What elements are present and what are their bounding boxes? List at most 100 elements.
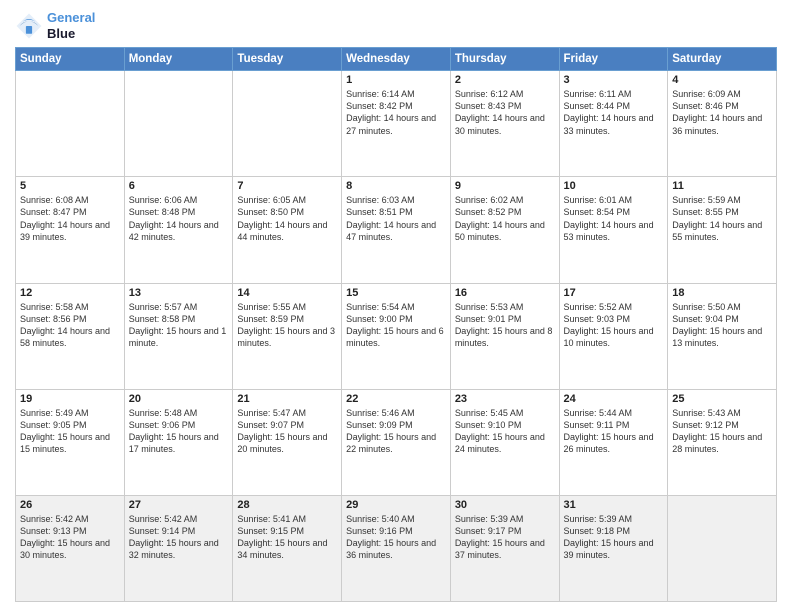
calendar-cell: 11 Sunrise: 5:59 AM Sunset: 8:55 PM Dayli… xyxy=(668,177,777,283)
header: General Blue xyxy=(15,10,777,41)
calendar-cell: 4 Sunrise: 6:09 AM Sunset: 8:46 PM Daylig… xyxy=(668,71,777,177)
day-info: Sunrise: 6:14 AM Sunset: 8:42 PM Dayligh… xyxy=(346,88,446,137)
calendar-cell: 30 Sunrise: 5:39 AM Sunset: 9:17 PM Dayli… xyxy=(450,495,559,601)
day-number: 6 xyxy=(129,180,229,192)
day-number: 25 xyxy=(672,393,772,405)
day-info: Sunrise: 5:39 AM Sunset: 9:17 PM Dayligh… xyxy=(455,513,555,562)
day-number: 2 xyxy=(455,74,555,86)
calendar-cell: 18Sunrise: 5:50 AM Sunset: 9:04 PM Dayli… xyxy=(668,283,777,389)
calendar-cell: 9 Sunrise: 6:02 AM Sunset: 8:52 PM Daylig… xyxy=(450,177,559,283)
day-info: Sunrise: 5:52 AM Sunset: 9:03 PM Dayligh… xyxy=(564,301,664,350)
calendar-cell: 6 Sunrise: 6:06 AM Sunset: 8:48 PM Daylig… xyxy=(124,177,233,283)
logo: General Blue xyxy=(15,10,95,41)
calendar-cell: 3 Sunrise: 6:11 AM Sunset: 8:44 PM Daylig… xyxy=(559,71,668,177)
day-number: 26 xyxy=(20,499,120,511)
day-info: Sunrise: 5:45 AM Sunset: 9:10 PM Dayligh… xyxy=(455,407,555,456)
day-number: 24 xyxy=(564,393,664,405)
calendar-cell xyxy=(233,71,342,177)
day-number: 5 xyxy=(20,180,120,192)
calendar-cell: 21 Sunrise: 5:47 AM Sunset: 9:07 PM Dayli… xyxy=(233,389,342,495)
calendar-cell: 19 Sunrise: 5:49 AM Sunset: 9:05 PM Dayli… xyxy=(16,389,125,495)
calendar-cell: 8Sunrise: 6:03 AM Sunset: 8:51 PM Daylig… xyxy=(342,177,451,283)
day-info: Sunrise: 5:42 AM Sunset: 9:13 PM Dayligh… xyxy=(20,513,120,562)
calendar-cell: 20 Sunrise: 5:48 AM Sunset: 9:06 PM Dayli… xyxy=(124,389,233,495)
week-row-5: 26 Sunrise: 5:42 AM Sunset: 9:13 PM Dayli… xyxy=(16,495,777,601)
day-number: 11 xyxy=(672,180,772,192)
calendar-cell: 10 Sunrise: 6:01 AM Sunset: 8:54 PM Dayli… xyxy=(559,177,668,283)
day-number: 12 xyxy=(20,287,120,299)
day-info: Sunrise: 6:09 AM Sunset: 8:46 PM Dayligh… xyxy=(672,88,772,137)
day-number: 4 xyxy=(672,74,772,86)
calendar-cell: 27 Sunrise: 5:42 AM Sunset: 9:14 PM Dayli… xyxy=(124,495,233,601)
day-number: 9 xyxy=(455,180,555,192)
day-info: Sunrise: 5:40 AM Sunset: 9:16 PM Dayligh… xyxy=(346,513,446,562)
calendar-cell: 26 Sunrise: 5:42 AM Sunset: 9:13 PM Dayli… xyxy=(16,495,125,601)
header-cell-tuesday: Tuesday xyxy=(233,48,342,71)
header-cell-wednesday: Wednesday xyxy=(342,48,451,71)
day-info: Sunrise: 5:53 AM Sunset: 9:01 PM Dayligh… xyxy=(455,301,555,350)
calendar-cell: 1 Sunrise: 6:14 AM Sunset: 8:42 PM Daylig… xyxy=(342,71,451,177)
day-info: Sunrise: 5:41 AM Sunset: 9:15 PM Dayligh… xyxy=(237,513,337,562)
day-number: 14 xyxy=(237,287,337,299)
day-info: Sunrise: 6:01 AM Sunset: 8:54 PM Dayligh… xyxy=(564,194,664,243)
day-info: Sunrise: 5:54 AM Sunset: 9:00 PM Dayligh… xyxy=(346,301,446,350)
week-row-3: 12Sunrise: 5:58 AM Sunset: 8:56 PM Dayli… xyxy=(16,283,777,389)
calendar-table: SundayMondayTuesdayWednesdayThursdayFrid… xyxy=(15,47,777,602)
calendar-cell xyxy=(16,71,125,177)
day-number: 10 xyxy=(564,180,664,192)
header-cell-friday: Friday xyxy=(559,48,668,71)
calendar-cell: 28 Sunrise: 5:41 AM Sunset: 9:15 PM Dayli… xyxy=(233,495,342,601)
day-number: 15 xyxy=(346,287,446,299)
day-info: Sunrise: 6:06 AM Sunset: 8:48 PM Dayligh… xyxy=(129,194,229,243)
day-info: Sunrise: 5:49 AM Sunset: 9:05 PM Dayligh… xyxy=(20,407,120,456)
calendar-cell: 14 Sunrise: 5:55 AM Sunset: 8:59 PM Dayli… xyxy=(233,283,342,389)
calendar-cell: 25 Sunrise: 5:43 AM Sunset: 9:12 PM Dayli… xyxy=(668,389,777,495)
day-number: 30 xyxy=(455,499,555,511)
calendar-cell: 12Sunrise: 5:58 AM Sunset: 8:56 PM Dayli… xyxy=(16,283,125,389)
logo-icon xyxy=(15,12,43,40)
day-number: 3 xyxy=(564,74,664,86)
day-number: 1 xyxy=(346,74,446,86)
calendar-cell: 7Sunrise: 6:05 AM Sunset: 8:50 PM Daylig… xyxy=(233,177,342,283)
header-cell-thursday: Thursday xyxy=(450,48,559,71)
day-number: 21 xyxy=(237,393,337,405)
calendar-cell: 13 Sunrise: 5:57 AM Sunset: 8:58 PM Dayli… xyxy=(124,283,233,389)
calendar-cell xyxy=(668,495,777,601)
day-number: 20 xyxy=(129,393,229,405)
day-info: Sunrise: 5:57 AM Sunset: 8:58 PM Dayligh… xyxy=(129,301,229,350)
day-info: Sunrise: 5:50 AM Sunset: 9:04 PM Dayligh… xyxy=(672,301,772,350)
day-info: Sunrise: 5:42 AM Sunset: 9:14 PM Dayligh… xyxy=(129,513,229,562)
day-info: Sunrise: 6:12 AM Sunset: 8:43 PM Dayligh… xyxy=(455,88,555,137)
day-number: 19 xyxy=(20,393,120,405)
calendar-body: 1 Sunrise: 6:14 AM Sunset: 8:42 PM Daylig… xyxy=(16,71,777,602)
calendar-cell: 23 Sunrise: 5:45 AM Sunset: 9:10 PM Dayli… xyxy=(450,389,559,495)
week-row-4: 19 Sunrise: 5:49 AM Sunset: 9:05 PM Dayli… xyxy=(16,389,777,495)
day-info: Sunrise: 5:59 AM Sunset: 8:55 PM Dayligh… xyxy=(672,194,772,243)
week-row-1: 1 Sunrise: 6:14 AM Sunset: 8:42 PM Daylig… xyxy=(16,71,777,177)
day-info: Sunrise: 5:46 AM Sunset: 9:09 PM Dayligh… xyxy=(346,407,446,456)
header-cell-sunday: Sunday xyxy=(16,48,125,71)
day-number: 13 xyxy=(129,287,229,299)
day-info: Sunrise: 6:11 AM Sunset: 8:44 PM Dayligh… xyxy=(564,88,664,137)
day-info: Sunrise: 5:43 AM Sunset: 9:12 PM Dayligh… xyxy=(672,407,772,456)
calendar-cell: 16Sunrise: 5:53 AM Sunset: 9:01 PM Dayli… xyxy=(450,283,559,389)
calendar-cell: 15 Sunrise: 5:54 AM Sunset: 9:00 PM Dayli… xyxy=(342,283,451,389)
calendar-cell: 5 Sunrise: 6:08 AM Sunset: 8:47 PM Daylig… xyxy=(16,177,125,283)
header-row: SundayMondayTuesdayWednesdayThursdayFrid… xyxy=(16,48,777,71)
day-number: 28 xyxy=(237,499,337,511)
header-cell-saturday: Saturday xyxy=(668,48,777,71)
day-number: 27 xyxy=(129,499,229,511)
calendar-cell: 24 Sunrise: 5:44 AM Sunset: 9:11 PM Dayli… xyxy=(559,389,668,495)
day-info: Sunrise: 6:02 AM Sunset: 8:52 PM Dayligh… xyxy=(455,194,555,243)
day-number: 23 xyxy=(455,393,555,405)
day-number: 7 xyxy=(237,180,337,192)
day-number: 29 xyxy=(346,499,446,511)
day-info: Sunrise: 5:47 AM Sunset: 9:07 PM Dayligh… xyxy=(237,407,337,456)
day-info: Sunrise: 6:08 AM Sunset: 8:47 PM Dayligh… xyxy=(20,194,120,243)
day-number: 22 xyxy=(346,393,446,405)
day-info: Sunrise: 5:48 AM Sunset: 9:06 PM Dayligh… xyxy=(129,407,229,456)
day-info: Sunrise: 5:44 AM Sunset: 9:11 PM Dayligh… xyxy=(564,407,664,456)
day-info: Sunrise: 5:55 AM Sunset: 8:59 PM Dayligh… xyxy=(237,301,337,350)
day-number: 8 xyxy=(346,180,446,192)
calendar-cell: 22 Sunrise: 5:46 AM Sunset: 9:09 PM Dayli… xyxy=(342,389,451,495)
